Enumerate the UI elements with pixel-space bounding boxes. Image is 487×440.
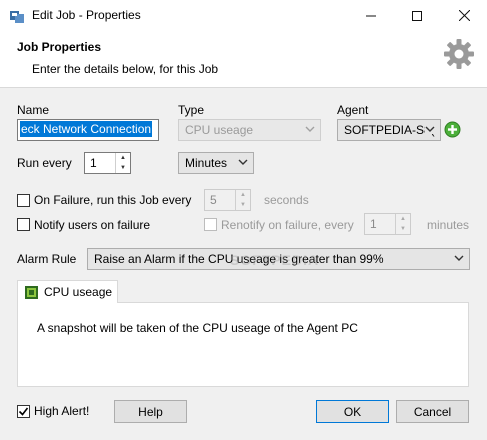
high-alert-label: High Alert!	[34, 404, 90, 418]
renotify-label: Renotify on failure, every	[221, 218, 354, 232]
chevron-down-icon	[454, 255, 464, 261]
checkmark-icon	[18, 407, 29, 416]
chevron-down-icon	[238, 159, 248, 165]
run-every-value: 1	[90, 156, 97, 170]
close-icon	[458, 10, 470, 21]
agent-select-value: SOFTPEDIA-S8(	[344, 123, 435, 137]
cancel-button[interactable]: Cancel	[396, 400, 469, 423]
dialog-header: Job Properties Enter the details below, …	[0, 31, 487, 88]
type-select[interactable]: CPU useage	[178, 119, 321, 141]
agent-label: Agent	[337, 103, 369, 117]
on-failure-spinner[interactable]: ▲ ▼	[235, 190, 250, 210]
add-agent-icon[interactable]	[444, 121, 461, 138]
tab-description: A snapshot will be taken of the CPU usea…	[37, 321, 358, 335]
app-icon	[10, 11, 24, 23]
type-select-value: CPU useage	[185, 123, 254, 137]
high-alert-checkbox[interactable]	[17, 405, 30, 418]
on-failure-stepper[interactable]: 5 ▲ ▼	[204, 189, 251, 211]
watermark: SOFTPEDIA	[230, 252, 320, 268]
gear-icon	[444, 39, 474, 69]
tab-cpu-useage[interactable]: CPU useage	[17, 280, 118, 303]
title-bar: Edit Job - Properties	[0, 0, 487, 31]
close-button[interactable]	[441, 0, 487, 31]
window-title: Edit Job - Properties	[32, 8, 141, 22]
run-unit-select[interactable]: Minutes	[178, 152, 254, 174]
seconds-label: seconds	[264, 193, 309, 207]
header-title: Job Properties	[17, 40, 102, 54]
run-every-stepper[interactable]: 1 ▲ ▼	[84, 152, 131, 174]
spin-up-icon[interactable]: ▲	[236, 190, 250, 200]
type-label: Type	[178, 103, 205, 117]
spin-down-icon[interactable]: ▼	[116, 163, 130, 173]
run-unit-value: Minutes	[185, 156, 228, 170]
name-field[interactable]: eck Network Connection	[17, 119, 159, 141]
renotify-value: 1	[370, 217, 377, 231]
notify-label: Notify users on failure	[34, 218, 151, 232]
spin-up-icon[interactable]: ▲	[396, 214, 410, 224]
name-label: Name	[17, 103, 50, 117]
chevron-down-icon	[305, 126, 315, 132]
chevron-down-icon	[425, 124, 435, 134]
maximize-icon	[412, 10, 422, 21]
tab-label: CPU useage	[44, 285, 113, 299]
on-failure-label: On Failure, run this Job every	[34, 193, 192, 207]
name-field-text: eck Network Connection	[20, 121, 153, 137]
notify-checkbox[interactable]	[17, 218, 30, 231]
help-button[interactable]: Help	[114, 400, 187, 423]
on-failure-checkbox[interactable]	[17, 194, 30, 207]
run-every-label: Run every	[17, 156, 72, 170]
on-failure-value: 5	[210, 193, 217, 207]
alarm-rule-label: Alarm Rule	[17, 252, 77, 266]
spin-down-icon[interactable]: ▼	[396, 224, 410, 234]
minimize-button[interactable]	[348, 0, 394, 31]
run-every-spinner[interactable]: ▲ ▼	[115, 153, 130, 173]
renotify-spinner[interactable]: ▲ ▼	[395, 214, 410, 234]
spin-down-icon[interactable]: ▼	[236, 200, 250, 210]
minutes-label: minutes	[427, 218, 470, 232]
header-subtitle: Enter the details below, for this Job	[32, 62, 219, 76]
minimize-icon	[366, 15, 376, 16]
spin-up-icon[interactable]: ▲	[116, 153, 130, 163]
tab-panel: A snapshot will be taken of the CPU usea…	[17, 302, 469, 387]
agent-select[interactable]: SOFTPEDIA-S8(	[337, 119, 441, 141]
renotify-checkbox[interactable]	[204, 218, 217, 231]
renotify-stepper[interactable]: 1 ▲ ▼	[364, 213, 411, 235]
cpu-chip-icon	[25, 285, 38, 299]
ok-button[interactable]: OK	[316, 400, 389, 423]
maximize-button[interactable]	[394, 0, 440, 31]
